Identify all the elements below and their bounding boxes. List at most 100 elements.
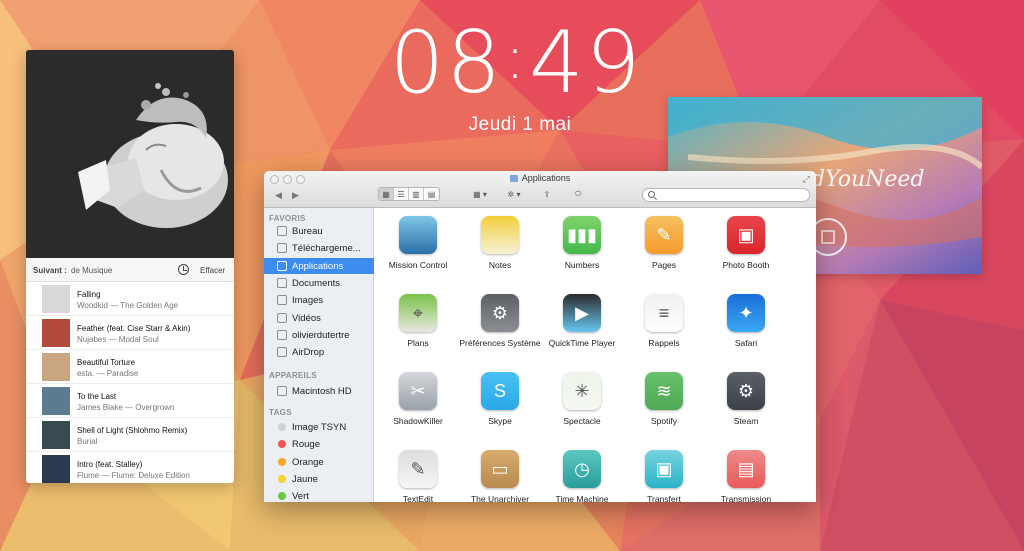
- airdrop-icon: [277, 347, 287, 358]
- app-item[interactable]: ✦ Safari: [705, 287, 787, 363]
- queue-track-list: Falling Woodkid — The Golden Age Feather (…: [26, 282, 234, 483]
- app-icon: ≡: [645, 294, 683, 332]
- tag-color-dot-icon: [278, 423, 286, 431]
- action-gear-icon[interactable]: ✲ ▾: [502, 187, 526, 201]
- track-artist-album: James Blake — Overgrown: [77, 403, 175, 412]
- queue-track-row[interactable]: Feather (feat. Cise Starr & Akin) Nujabes…: [26, 316, 234, 350]
- window-title: Applications: [264, 173, 816, 183]
- fullscreen-icon[interactable]: ⤢: [803, 174, 810, 185]
- app-label: Photo Booth: [722, 260, 770, 270]
- search-icon: [648, 191, 655, 198]
- app-icon: ▣: [645, 450, 683, 488]
- app-item[interactable]: Mission Control: [377, 209, 459, 285]
- forward-arrow-icon[interactable]: ▶: [292, 190, 299, 201]
- view-mode-control: ▦ ☰ ▥ ▤: [378, 187, 440, 201]
- desktop-icon: [277, 226, 287, 236]
- track-artist-album: Woodkid — The Golden Age: [77, 301, 179, 310]
- app-item[interactable]: ≡ Rappels: [623, 287, 705, 363]
- sidebar-item-favorite[interactable]: Bureau: [264, 223, 374, 239]
- track-title: Beautiful Torture: [77, 358, 136, 367]
- app-item[interactable]: ✳ Spectacle: [541, 365, 623, 441]
- sidebar-favorites-header: FAVORIS: [269, 214, 306, 223]
- hard-drive-icon: [277, 386, 287, 396]
- sidebar-item-favorite[interactable]: AirDrop: [264, 344, 374, 360]
- sidebar-item-favorite[interactable]: Images: [264, 292, 374, 308]
- app-icon: ⚙: [481, 294, 519, 332]
- documents-icon: [277, 277, 287, 288]
- app-item[interactable]: ▶ QuickTime Player: [541, 287, 623, 363]
- sidebar-item-label: Macintosh HD: [292, 386, 352, 397]
- track-title: Intro (feat. Stalley): [77, 460, 143, 469]
- app-icon: [399, 216, 437, 254]
- app-item[interactable]: ⚙ Préférences Système: [459, 287, 541, 363]
- track-album-thumbnail: [42, 387, 70, 415]
- queue-source[interactable]: de Musique: [71, 266, 112, 275]
- sidebar-item-tag[interactable]: Orange: [264, 454, 374, 470]
- home-icon: [277, 329, 287, 340]
- queue-track-row[interactable]: Beautiful Torture esta. — Paradise: [26, 350, 234, 384]
- app-item[interactable]: Notes: [459, 209, 541, 285]
- app-item[interactable]: ≋ Spotify: [623, 365, 705, 441]
- app-icon: ✳: [563, 372, 601, 410]
- download-icon: [277, 243, 287, 254]
- queue-track-row[interactable]: Falling Woodkid — The Golden Age: [26, 282, 234, 316]
- sidebar-item-label: Téléchargeme...: [292, 243, 361, 255]
- app-label: Transfert: [647, 494, 681, 502]
- sidebar-item-tag[interactable]: Jaune: [264, 471, 374, 487]
- queue-track-row[interactable]: To the Last James Blake — Overgrown: [26, 384, 234, 418]
- sidebar-item-favorite[interactable]: Vidéos: [264, 310, 374, 326]
- sidebar-item-tag[interactable]: Rouge: [264, 436, 374, 452]
- app-label: Plans: [407, 338, 429, 348]
- app-label: Numbers: [564, 260, 600, 270]
- sidebar-item-label: Rouge: [292, 439, 320, 451]
- finder-content-grid: Mission Control Notes ▮▮▮ Numbers ✎ Pages ▣ Pho…: [375, 209, 816, 502]
- app-item[interactable]: ▣ Photo Booth: [705, 209, 787, 285]
- sidebar-item-favorite[interactable]: Téléchargeme...: [264, 240, 374, 256]
- arrange-menu-icon[interactable]: ▦ ▾: [468, 187, 492, 201]
- icon-view-icon[interactable]: ▦: [379, 188, 394, 200]
- history-clock-icon[interactable]: [178, 264, 189, 275]
- app-item[interactable]: ▮▮▮ Numbers: [541, 209, 623, 285]
- coverflow-view-icon[interactable]: ▤: [424, 188, 439, 200]
- sidebar-item-favorite[interactable]: olivierdutertre: [264, 327, 374, 343]
- sidebar-item-tag[interactable]: Vert: [264, 488, 374, 502]
- column-view-icon[interactable]: ▥: [409, 188, 424, 200]
- app-label: TextEdit: [402, 494, 434, 502]
- app-item[interactable]: ▣ Transfert: [623, 443, 705, 502]
- app-item[interactable]: ⚙ Steam: [705, 365, 787, 441]
- sidebar-item-label: Image TSYN: [292, 422, 347, 433]
- sidebar-item-label: Vidéos: [292, 312, 321, 324]
- sidebar-item-device[interactable]: Macintosh HD: [264, 383, 374, 399]
- app-item[interactable]: S Skype: [459, 365, 541, 441]
- track-album-thumbnail: [42, 455, 70, 483]
- queue-track-row[interactable]: Intro (feat. Stalley) Flume — Flume: Delu…: [26, 452, 234, 483]
- app-item[interactable]: ◷ Time Machine: [541, 443, 623, 502]
- queue-track-row[interactable]: Shell of Light (Shlohmo Remix) Burial: [26, 418, 234, 452]
- app-label: The Unarchiver: [470, 494, 530, 502]
- sidebar-item-favorite[interactable]: Applications: [264, 257, 374, 274]
- app-icon: ✂: [399, 372, 437, 410]
- app-item[interactable]: ✎ TextEdit: [377, 443, 459, 502]
- sidebar-item-favorite[interactable]: Documents: [264, 275, 374, 291]
- sidebar-tags-header: TAGS: [269, 408, 292, 417]
- app-item[interactable]: ⌖ Plans: [377, 287, 459, 363]
- sidebar-item-tag[interactable]: Image TSYN: [264, 419, 374, 435]
- music-widget: Suivant : de Musique Effacer Falling Wood…: [26, 50, 234, 483]
- back-arrow-icon[interactable]: ◀: [275, 190, 282, 201]
- lockscreen-date: Jeudi 1 mai: [468, 114, 572, 135]
- app-icon: ▭: [481, 450, 519, 488]
- app-item[interactable]: ▭ The Unarchiver: [459, 443, 541, 502]
- finder-titlebar[interactable]: Applications ⤢ ◀ ▶ ▦ ☰ ▥ ▤ ▦ ▾ ✲ ▾ ⇪ ⬭: [264, 171, 816, 208]
- search-input[interactable]: [642, 188, 810, 202]
- app-item[interactable]: ✂ ShadowKiller: [377, 365, 459, 441]
- app-item[interactable]: ✎ Pages: [623, 209, 705, 285]
- images-icon: [277, 295, 287, 306]
- track-title: To the Last: [77, 392, 117, 401]
- clear-queue-button[interactable]: Effacer: [200, 266, 225, 275]
- photo-caption: dYouNeed: [811, 167, 925, 192]
- list-view-icon[interactable]: ☰: [394, 188, 409, 200]
- sidebar-item-label: Applications: [292, 260, 344, 272]
- tag-edit-icon[interactable]: ⬭: [570, 187, 586, 201]
- share-icon[interactable]: ⇪: [540, 187, 554, 201]
- app-item[interactable]: ▤ Transmission: [705, 443, 787, 502]
